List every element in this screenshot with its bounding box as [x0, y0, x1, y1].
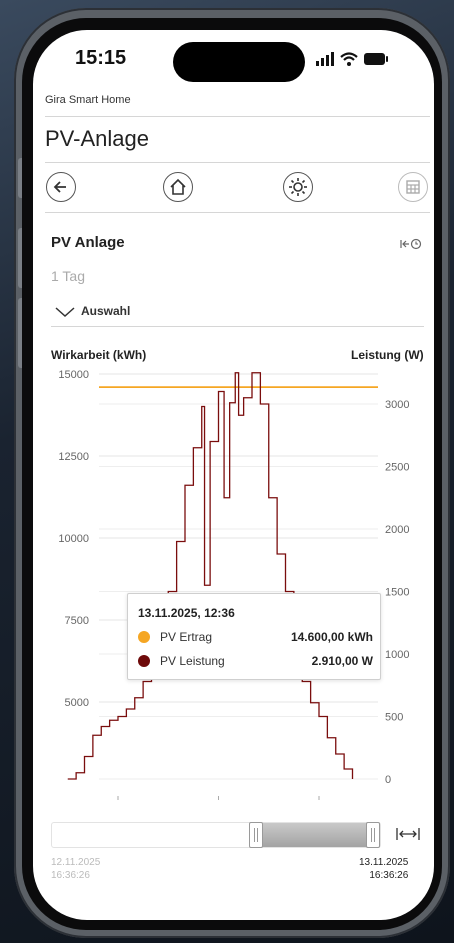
legend-dot-ertrag	[138, 631, 150, 643]
divider	[45, 162, 430, 163]
tooltip-label: PV Ertrag	[160, 630, 213, 644]
status-icons	[315, 50, 389, 67]
left-tick-label: 10000	[58, 533, 89, 545]
range-start-date: 12.11.2025	[51, 857, 101, 868]
legend-dot-leistung	[138, 655, 150, 667]
section-title: PV Anlage	[51, 234, 125, 251]
right-tick-label: 2000	[385, 524, 409, 536]
app-name: Gira Smart Home	[45, 94, 131, 106]
range-end-date: 13.11.2025	[359, 857, 409, 868]
chevron-down-icon	[55, 307, 75, 317]
tooltip-label: PV Leistung	[160, 654, 225, 668]
range-end-label: 13.11.2025 16:36:26	[359, 856, 408, 882]
range-end-time: 16:36:26	[369, 870, 409, 881]
wifi-icon	[340, 52, 358, 67]
grid-button[interactable]	[398, 172, 428, 202]
pv-chart[interactable]: 1500012500100007500500030002500200015001…	[33, 366, 434, 816]
sun-icon	[289, 178, 307, 196]
sun-button[interactable]	[283, 172, 313, 202]
range-start-time: 16:36:26	[51, 870, 90, 881]
chart-tooltip: 13.11.2025, 12:36 PV Ertrag 14.600,00 kW…	[127, 593, 381, 680]
dynamic-island	[173, 42, 305, 82]
right-tick-label: 2500	[385, 462, 409, 474]
time-range-slider[interactable]	[51, 822, 381, 848]
grid-icon	[406, 180, 420, 194]
range-end-handle[interactable]	[366, 822, 380, 848]
cellular-icon	[316, 52, 334, 67]
range-start-handle[interactable]	[249, 822, 263, 848]
back-button[interactable]	[46, 172, 76, 202]
arrow-left-icon	[53, 181, 66, 193]
left-axis-title: Wirkarbeit (kWh)	[51, 348, 147, 362]
right-tick-label: 3000	[385, 399, 409, 411]
divider	[51, 326, 424, 327]
clock: 15:15	[75, 47, 127, 69]
divider	[45, 116, 430, 117]
tooltip-value: 2.910,00 W	[311, 654, 373, 668]
left-tick-label: 12500	[58, 451, 89, 463]
home-button[interactable]	[163, 172, 193, 202]
battery-icon	[364, 53, 389, 66]
period-label[interactable]: 1 Tag	[51, 268, 85, 284]
right-axis-title: Leistung (W)	[351, 348, 424, 362]
range-selection[interactable]	[256, 823, 380, 847]
left-tick-label: 5000	[65, 697, 89, 709]
right-tick-label: 500	[385, 712, 403, 724]
left-tick-label: 15000	[58, 369, 89, 381]
tooltip-date: 13.11.2025, 12:36	[138, 606, 235, 620]
divider	[45, 212, 430, 213]
tooltip-row-ertrag: PV Ertrag 14.600,00 kWh	[138, 630, 373, 644]
left-tick-label: 7500	[65, 615, 89, 627]
tooltip-value: 14.600,00 kWh	[290, 630, 373, 644]
selection-toggle[interactable]: Auswahl	[55, 304, 130, 318]
timer-reset-icon[interactable]	[400, 238, 422, 253]
selection-label: Auswahl	[81, 304, 131, 318]
right-tick-label: 1500	[385, 587, 409, 599]
status-bar: 15:15	[33, 30, 434, 90]
tooltip-row-leistung: PV Leistung 2.910,00 W	[138, 654, 373, 668]
home-icon	[170, 178, 186, 195]
expand-range-icon[interactable]	[396, 827, 420, 844]
right-tick-label: 0	[385, 774, 391, 786]
right-tick-label: 1000	[385, 649, 409, 661]
screen: 15:15 Gira Smart Home PV-Anlage PV Anlag…	[33, 30, 434, 920]
series-line-pv-leistung	[67, 372, 354, 780]
range-start-label: 12.11.2025 16:36:26	[51, 856, 100, 882]
page-title: PV-Anlage	[45, 126, 149, 151]
